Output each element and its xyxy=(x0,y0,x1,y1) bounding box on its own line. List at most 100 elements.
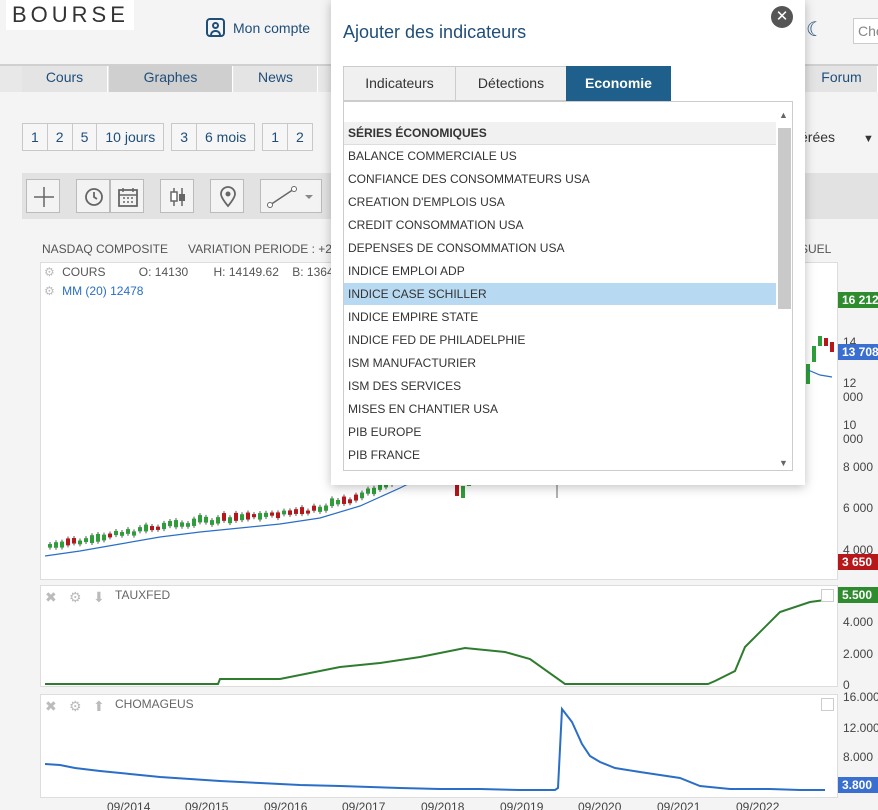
candle xyxy=(102,534,106,541)
candle xyxy=(461,486,465,498)
tauxfed-line xyxy=(45,599,826,685)
tab-forum[interactable]: Forum xyxy=(806,66,878,92)
list-item[interactable]: CREATION D'EMPLOIS USA xyxy=(344,191,776,213)
tab-economie[interactable]: Economie xyxy=(566,66,671,101)
period-5d[interactable]: 5 xyxy=(71,123,98,151)
close-icon[interactable]: ✕ xyxy=(771,6,793,28)
candle xyxy=(120,532,124,536)
candle xyxy=(186,523,190,527)
crosshair-button[interactable] xyxy=(26,179,60,213)
tab-graphes[interactable]: Graphes xyxy=(109,66,233,92)
list-item[interactable]: INDICE EMPIRE STATE xyxy=(344,306,776,328)
list-item[interactable]: PIB EUROPE xyxy=(344,421,776,443)
candle xyxy=(330,498,334,507)
indicator-checkbox[interactable] xyxy=(821,698,834,711)
period-10d[interactable]: 10 jours xyxy=(96,123,165,151)
tab-indicateurs[interactable]: Indicateurs xyxy=(343,66,456,101)
period-select[interactable]: érées ▼ xyxy=(800,123,874,151)
trend-line-icon xyxy=(267,186,313,208)
x-label: 09/2014 xyxy=(107,800,151,810)
period-3m[interactable]: 3 xyxy=(171,123,197,151)
list-item[interactable]: DEPENSES DE CONSOMMATION USA xyxy=(344,237,776,259)
series-list[interactable]: SÉRIES ÉCONOMIQUES BALANCE COMMERCIALE U… xyxy=(343,101,793,471)
calendar-icon xyxy=(118,188,138,207)
axis-10000: 10 000 xyxy=(843,418,864,446)
scroll-down-icon[interactable]: ▼ xyxy=(779,458,788,468)
legend-open: O: 14130 xyxy=(138,265,189,279)
list-item[interactable]: CONFIANCE DES CONSOMMATEURS USA xyxy=(344,168,776,190)
candlestick-icon xyxy=(170,188,185,206)
scrollbar[interactable]: ▲ ▼ xyxy=(776,110,792,470)
list-item[interactable]: BALANCE COMMERCIALE US xyxy=(344,145,776,167)
badge-chomage: 3.800 xyxy=(838,777,878,793)
list-item[interactable]: MISES EN CHANTIER USA xyxy=(344,398,776,420)
period-select-value: érées xyxy=(800,129,836,145)
list-item[interactable]: INDICE EMPLOI ADP xyxy=(344,260,776,282)
candle xyxy=(78,540,82,545)
legend-cours: ⚙ COURS O: 14130 H: 14149.62 B: 13642 xyxy=(44,265,340,279)
candle xyxy=(108,533,112,538)
user-icon xyxy=(206,18,225,37)
badge-last: 13 708 xyxy=(838,344,878,360)
candle xyxy=(306,510,310,514)
x-label: 09/2016 xyxy=(264,800,308,810)
tab-detections[interactable]: Détections xyxy=(455,66,567,101)
candle xyxy=(354,494,358,501)
candle xyxy=(114,530,118,536)
search-input[interactable]: Che xyxy=(853,18,878,44)
marker-button[interactable] xyxy=(210,179,244,213)
tab-news[interactable]: News xyxy=(234,66,318,92)
candle xyxy=(246,512,250,520)
candle xyxy=(234,512,238,521)
axis-chomage-16: 16.000 xyxy=(843,690,878,704)
history-button[interactable] xyxy=(76,179,110,213)
candle-type-button[interactable] xyxy=(160,179,194,213)
x-label: 09/2022 xyxy=(736,800,780,810)
list-item[interactable]: ISM MANUFACTURIER xyxy=(344,352,776,374)
candle xyxy=(180,522,184,527)
indicator-checkbox[interactable] xyxy=(821,589,834,602)
candle xyxy=(270,512,274,516)
candle xyxy=(372,487,376,495)
logo[interactable]: BOURSE xyxy=(6,0,134,30)
gear-icon[interactable]: ⚙ xyxy=(69,589,82,606)
axis-6000: 6 000 xyxy=(843,501,874,515)
calendar-button[interactable] xyxy=(110,179,144,213)
close-icon[interactable]: ✖ xyxy=(45,589,57,606)
candle xyxy=(216,517,220,524)
candle xyxy=(48,544,52,548)
list-item-selected[interactable]: INDICE CASE SCHILLER xyxy=(344,283,776,305)
gear-icon[interactable]: ⚙ xyxy=(44,265,55,279)
candle xyxy=(150,526,154,531)
moving-average-line-right xyxy=(807,369,833,378)
tab-cours[interactable]: Cours xyxy=(22,66,108,92)
arrow-down-icon[interactable]: ⬇ xyxy=(93,589,105,606)
list-item[interactable]: INDICE FED DE PHILADELPHIE xyxy=(344,329,776,351)
x-label: 09/2021 xyxy=(657,800,701,810)
period-1d[interactable]: 1 xyxy=(22,123,48,151)
list-item[interactable]: CREDIT CONSOMMATION USA xyxy=(344,214,776,236)
period-buttons: 1 2 5 10 jours 3 6 mois 1 2 xyxy=(22,123,313,151)
close-icon[interactable]: ✖ xyxy=(45,698,57,715)
gear-icon[interactable]: ⚙ xyxy=(69,698,82,715)
gear-icon[interactable]: ⚙ xyxy=(44,284,55,298)
x-label: 09/2015 xyxy=(185,800,229,810)
candle xyxy=(258,513,262,520)
list-item[interactable]: ISM DES SERVICES xyxy=(344,375,776,397)
period-1y[interactable]: 1 xyxy=(262,123,289,151)
list-item[interactable]: PIB FRANCE xyxy=(344,444,776,466)
draw-line-button[interactable] xyxy=(260,179,322,213)
period-6m[interactable]: 6 mois xyxy=(196,123,256,151)
badge-high: 16 212 xyxy=(838,292,878,308)
period-2y[interactable]: 2 xyxy=(287,123,313,151)
period-2d[interactable]: 2 xyxy=(46,123,73,151)
axis-chomage-8: 8.000 xyxy=(843,750,874,764)
scroll-thumb[interactable] xyxy=(778,128,791,309)
dark-mode-icon[interactable]: ☾ xyxy=(806,17,824,42)
arrow-up-icon[interactable]: ⬆ xyxy=(93,698,105,715)
candle xyxy=(66,538,70,546)
scroll-up-icon[interactable]: ▲ xyxy=(779,110,788,120)
candle xyxy=(294,509,298,514)
axis-8000: 8 000 xyxy=(843,460,874,474)
account-link[interactable]: Mon compte xyxy=(206,18,310,37)
